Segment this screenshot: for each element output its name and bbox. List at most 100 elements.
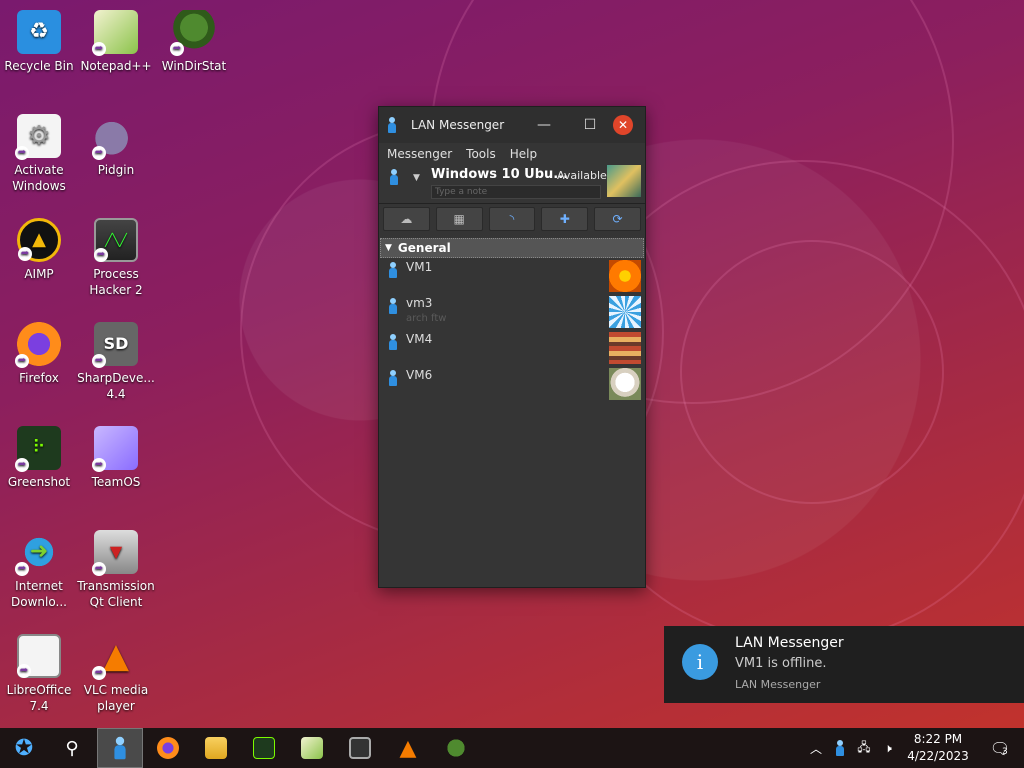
menu-tools[interactable]: Tools bbox=[466, 147, 496, 161]
menu-bar: Messenger Tools Help bbox=[379, 143, 645, 165]
minimize-button[interactable]: — bbox=[521, 107, 567, 143]
desktop-icon-recycle-bin[interactable]: ♻ Recycle Bin bbox=[0, 10, 78, 74]
notepadpp-icon bbox=[301, 737, 323, 759]
wallpaper-ring bbox=[680, 240, 944, 504]
folder-icon bbox=[205, 737, 227, 759]
notification-toast[interactable]: i LAN Messenger VM1 is offline. LAN Mess… bbox=[664, 626, 1024, 703]
document-icon: ➦ bbox=[17, 634, 61, 678]
start-button[interactable]: ✪ bbox=[0, 728, 48, 768]
taskbar-file-explorer[interactable] bbox=[192, 728, 240, 768]
status-dropdown-icon[interactable]: ▼ bbox=[413, 173, 420, 183]
profile-status[interactable]: Available bbox=[557, 169, 607, 182]
group-name: General bbox=[397, 241, 451, 255]
notepadpp-icon: ➦ bbox=[92, 10, 138, 56]
lan-messenger-tray-icon[interactable] bbox=[828, 740, 852, 756]
user-icon bbox=[389, 169, 399, 185]
menu-help[interactable]: Help bbox=[510, 147, 537, 161]
info-icon: i bbox=[682, 644, 718, 680]
contact-name: VM6 bbox=[406, 368, 433, 382]
refresh-users-icon: ⟳ bbox=[612, 212, 623, 226]
profile-panel: ▼ Windows 10 Ubu... Available Type a not… bbox=[379, 165, 645, 199]
notifications-button[interactable]: 🗨 3 bbox=[976, 739, 1024, 758]
taskbar-windirstat[interactable] bbox=[432, 728, 480, 768]
add-users-icon: ✚ bbox=[559, 212, 570, 226]
app-icon bbox=[387, 117, 403, 133]
taskbar: ✪ ⚲ ▲ ︿ 🖧 🕨 8:22 PM 4/22/2023 🗨 3 bbox=[0, 728, 1024, 768]
file-icon: ▦ bbox=[453, 212, 465, 226]
profile-name[interactable]: Windows 10 Ubu... bbox=[431, 167, 568, 182]
search-button[interactable]: ⚲ bbox=[48, 728, 96, 768]
system-tray: ︿ 🖧 🕨 8:22 PM 4/22/2023 🗨 3 bbox=[804, 728, 1024, 768]
taskbar-vlc[interactable]: ▲ bbox=[384, 728, 432, 768]
group-header[interactable]: ▼ General bbox=[380, 238, 644, 258]
transmission-icon: ▼ ➦ bbox=[92, 530, 138, 576]
desktop-icon-pidgin[interactable]: ➦ Pidgin bbox=[77, 114, 155, 178]
contact-avatar bbox=[609, 296, 641, 328]
close-button[interactable]: ✕ bbox=[613, 115, 633, 135]
chat-bubbles-icon: ☁ bbox=[400, 212, 413, 226]
contact-avatar bbox=[609, 260, 641, 292]
contact-name: VM1 bbox=[406, 260, 433, 274]
folder-icon: ➦ bbox=[92, 426, 138, 472]
desktop-icon-idm[interactable]: ➜ ➦ Internet Downlo... bbox=[0, 530, 78, 610]
pidgin-icon: ➦ bbox=[92, 114, 138, 160]
taskbar-process-hacker[interactable] bbox=[336, 728, 384, 768]
desktop-icon-activate-windows[interactable]: ⚙ ➦ Activate Windows bbox=[0, 114, 78, 194]
desktop-icon-greenshot[interactable]: ⠗ ➦ Greenshot bbox=[0, 426, 78, 490]
contact-name: VM4 bbox=[406, 332, 433, 346]
broadcast-button[interactable]: ◝ bbox=[488, 207, 536, 231]
desktop-icon-firefox[interactable]: ➦ Firefox bbox=[0, 322, 78, 386]
desktop-icon-libreoffice[interactable]: ➦ LibreOffice 7.4 bbox=[0, 634, 78, 714]
title-bar[interactable]: LAN Messenger — ☐ ✕ bbox=[379, 107, 645, 143]
contact-name: vm3 bbox=[406, 296, 433, 310]
desktop-icon-teamos[interactable]: ➦ TeamOS bbox=[77, 426, 155, 490]
notification-count: 3 bbox=[1002, 746, 1008, 757]
desktop-icon-windirstat[interactable]: ➦ WinDirStat bbox=[155, 10, 233, 74]
chevron-up-icon[interactable]: ︿ bbox=[804, 740, 828, 757]
vlc-cone-icon: ▲ bbox=[399, 735, 417, 761]
profile-avatar[interactable] bbox=[607, 165, 641, 197]
vlc-cone-icon: ▲ ➦ bbox=[92, 634, 138, 680]
contact-item[interactable]: vm3 arch ftw bbox=[379, 294, 645, 330]
volume-muted-icon[interactable]: 🕨 bbox=[876, 741, 900, 756]
clock-date: 4/22/2023 bbox=[907, 749, 969, 763]
broadcast-icon: ◝ bbox=[509, 212, 515, 226]
desktop-icon-aimp[interactable]: ▲ ➦ AIMP bbox=[0, 218, 78, 282]
toast-source: LAN Messenger bbox=[735, 678, 821, 691]
desktop-icon-sharpdevelop[interactable]: SD ➦ SharpDeve... 4.4 bbox=[77, 322, 155, 402]
user-icon bbox=[388, 334, 398, 350]
refresh-button[interactable]: ⟳ bbox=[594, 207, 641, 231]
contact-item[interactable]: VM1 bbox=[379, 258, 645, 294]
lan-messenger-icon bbox=[113, 736, 127, 760]
contact-item[interactable]: VM6 bbox=[379, 366, 645, 402]
window-title: LAN Messenger bbox=[411, 118, 505, 132]
transfers-button[interactable]: ▦ bbox=[435, 207, 483, 231]
contact-item[interactable]: VM4 bbox=[379, 330, 645, 366]
maximize-button[interactable]: ☐ bbox=[567, 107, 613, 143]
chat-room-button[interactable]: ☁ bbox=[383, 207, 430, 231]
menu-messenger[interactable]: Messenger bbox=[387, 147, 452, 161]
greenshot-icon bbox=[253, 737, 275, 759]
taskbar-firefox[interactable] bbox=[144, 728, 192, 768]
start-icon: ✪ bbox=[14, 735, 34, 761]
network-icon[interactable]: 🖧 bbox=[852, 738, 876, 759]
desktop-icon-vlc[interactable]: ▲ ➦ VLC media player bbox=[77, 634, 155, 714]
note-input[interactable]: Type a note bbox=[431, 185, 601, 199]
add-group-button[interactable]: ✚ bbox=[541, 207, 589, 231]
user-icon bbox=[388, 262, 398, 278]
clock-time: 8:22 PM bbox=[913, 732, 963, 746]
contact-avatar bbox=[609, 368, 641, 400]
desktop-icon-process-hacker[interactable]: ╱╲╱ ➦ Process Hacker 2 bbox=[77, 218, 155, 298]
taskbar-lan-messenger[interactable] bbox=[97, 728, 143, 768]
user-icon bbox=[388, 298, 398, 314]
clock[interactable]: 8:22 PM 4/22/2023 bbox=[900, 731, 976, 765]
tree-icon bbox=[445, 737, 467, 759]
globe-icon: ➜ ➦ bbox=[15, 530, 61, 576]
taskbar-notepadpp[interactable] bbox=[288, 728, 336, 768]
gear-icon: ⚙ ➦ bbox=[15, 114, 61, 160]
desktop-icon-transmission[interactable]: ▼ ➦ Transmission Qt Client bbox=[77, 530, 155, 610]
greenshot-icon: ⠗ ➦ bbox=[15, 426, 61, 472]
taskbar-greenshot[interactable] bbox=[240, 728, 288, 768]
expand-triangle-icon: ▼ bbox=[385, 243, 392, 253]
desktop-icon-notepadpp[interactable]: ➦ Notepad++ bbox=[77, 10, 155, 74]
